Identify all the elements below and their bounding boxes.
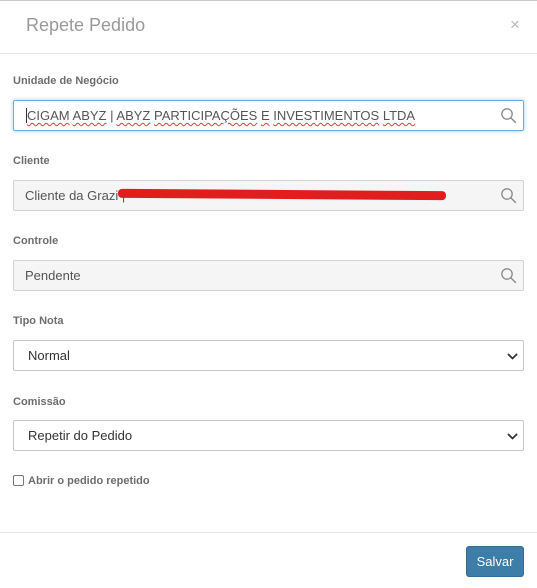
- modal-title: Repete Pedido: [26, 15, 146, 35]
- comissao-select[interactable]: Repetir do Pedido: [13, 420, 524, 451]
- search-icon[interactable]: [500, 267, 517, 284]
- modal-header: Repete Pedido ×: [0, 0, 537, 54]
- unidade-label: Unidade de Negócio: [13, 75, 119, 87]
- unidade-value: CIGAM ABYZ | ABYZ PARTICIPAÇÕES E INVEST…: [26, 108, 416, 123]
- abrir-pedido-label[interactable]: Abrir o pedido repetido: [28, 475, 150, 487]
- save-button[interactable]: Salvar: [466, 546, 524, 577]
- controle-value: Pendente: [25, 268, 81, 283]
- cliente-label: Cliente: [13, 155, 50, 167]
- tipo-nota-label: Tipo Nota: [13, 315, 64, 327]
- controle-input[interactable]: Pendente: [13, 260, 524, 291]
- controle-label: Controle: [13, 235, 59, 247]
- tipo-nota-value: Normal: [28, 348, 70, 363]
- comissao-value: Repetir do Pedido: [28, 428, 133, 443]
- cliente-value: Cliente da Grazi |: [25, 188, 126, 203]
- chevron-down-icon: [507, 433, 518, 440]
- abrir-pedido-checkbox[interactable]: [13, 475, 24, 486]
- search-icon[interactable]: [500, 187, 517, 204]
- chevron-down-icon: [507, 353, 518, 360]
- repete-pedido-modal: Repete Pedido × Unidade de Negócio CIGAM…: [0, 0, 537, 588]
- modal-footer: [0, 532, 537, 588]
- comissao-label: Comissão: [13, 396, 66, 408]
- tipo-nota-select[interactable]: Normal: [13, 340, 524, 371]
- search-icon[interactable]: [500, 107, 517, 124]
- unidade-input[interactable]: CIGAM ABYZ | ABYZ PARTICIPAÇÕES E INVEST…: [13, 100, 524, 131]
- close-icon[interactable]: ×: [510, 15, 520, 35]
